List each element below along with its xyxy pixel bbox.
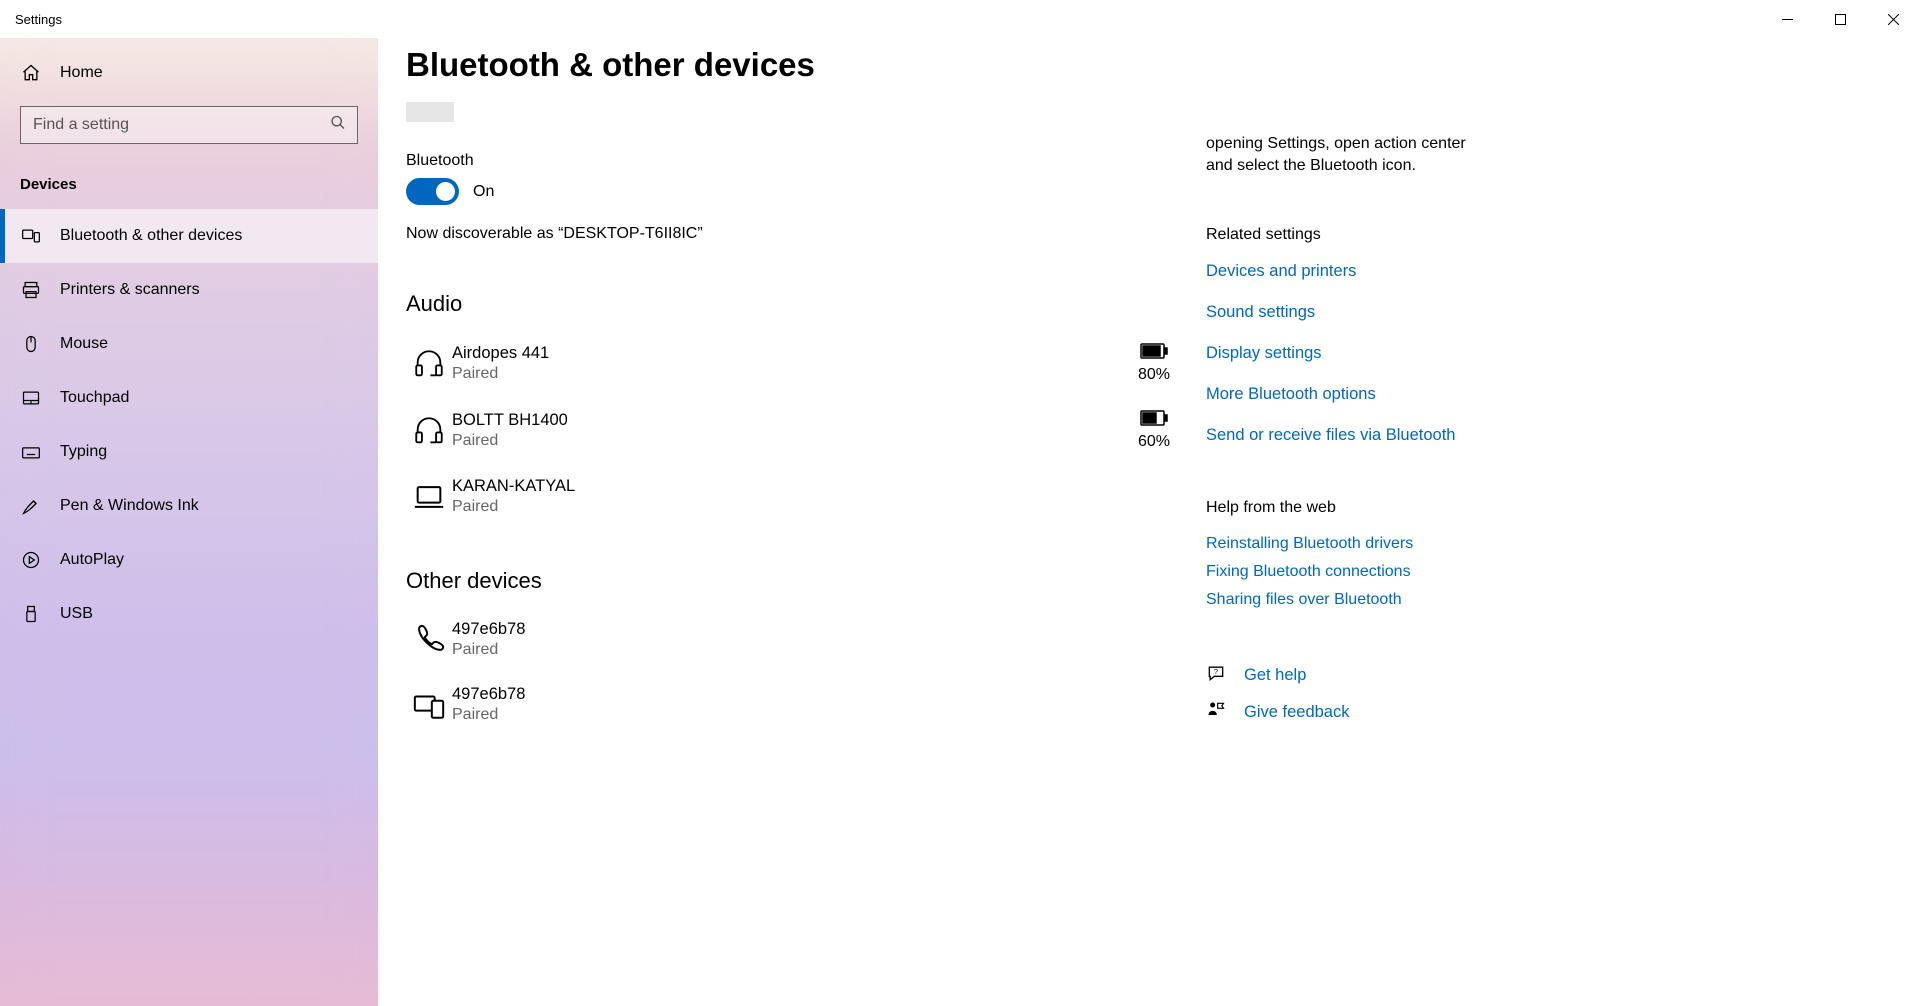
sidebar-item-label: Printers & scanners bbox=[60, 281, 200, 299]
titlebar: Settings bbox=[0, 0, 1920, 38]
battery-percent: 60% bbox=[1138, 433, 1170, 451]
device-row[interactable]: 497e6b78 Paired bbox=[406, 612, 1176, 677]
main-panel: Bluetooth & other devices Bluetooth On N… bbox=[406, 38, 1176, 1006]
devices-icon bbox=[20, 225, 42, 247]
sidebar-item-typing[interactable]: Typing bbox=[0, 425, 378, 479]
printer-icon bbox=[20, 279, 42, 301]
other-devices-heading: Other devices bbox=[406, 568, 1176, 594]
bluetooth-toggle-state: On bbox=[473, 183, 494, 201]
sidebar: Home Devices Bluetooth & other devices P… bbox=[0, 38, 378, 1006]
device-status: Paired bbox=[452, 365, 1138, 383]
sidebar-item-pen[interactable]: Pen & Windows Ink bbox=[0, 479, 378, 533]
link-sound-settings[interactable]: Sound settings bbox=[1206, 303, 1892, 322]
sidebar-item-mouse[interactable]: Mouse bbox=[0, 317, 378, 371]
svg-text:?: ? bbox=[1214, 667, 1218, 676]
close-button[interactable] bbox=[1867, 0, 1920, 38]
sidebar-item-label: Mouse bbox=[60, 335, 108, 353]
feedback-icon bbox=[1206, 700, 1226, 725]
page-title: Bluetooth & other devices bbox=[406, 46, 1176, 84]
aside-panel: opening Settings, open action center and… bbox=[1176, 38, 1892, 1006]
sidebar-item-touchpad[interactable]: Touchpad bbox=[0, 371, 378, 425]
window-title: Settings bbox=[0, 12, 62, 27]
help-heading: Help from the web bbox=[1206, 499, 1892, 517]
mouse-icon bbox=[20, 333, 42, 355]
pen-icon bbox=[20, 495, 42, 517]
help-icon: ? bbox=[1206, 663, 1226, 688]
multi-device-icon bbox=[406, 688, 452, 722]
bluetooth-label: Bluetooth bbox=[406, 152, 1176, 170]
sidebar-item-label: AutoPlay bbox=[60, 551, 124, 569]
add-device-cutoff[interactable] bbox=[406, 102, 454, 122]
search-input[interactable] bbox=[20, 106, 358, 144]
device-row[interactable]: Airdopes 441 Paired 80% bbox=[406, 335, 1176, 402]
sidebar-item-autoplay[interactable]: AutoPlay bbox=[0, 533, 378, 587]
touchpad-icon bbox=[20, 387, 42, 409]
quick-tip-text: opening Settings, open action center and… bbox=[1206, 133, 1496, 176]
sidebar-item-printers[interactable]: Printers & scanners bbox=[0, 263, 378, 317]
link-send-receive-files[interactable]: Send or receive files via Bluetooth bbox=[1206, 426, 1892, 445]
battery-icon bbox=[1140, 410, 1168, 431]
headset-icon bbox=[406, 414, 452, 448]
link-devices-printers[interactable]: Devices and printers bbox=[1206, 262, 1892, 281]
link-display-settings[interactable]: Display settings bbox=[1206, 344, 1892, 363]
device-status: Paired bbox=[452, 498, 1176, 516]
laptop-icon bbox=[406, 480, 452, 514]
phone-icon bbox=[406, 623, 452, 657]
sidebar-item-usb[interactable]: USB bbox=[0, 587, 378, 641]
autoplay-icon bbox=[20, 549, 42, 571]
home-icon bbox=[20, 62, 42, 84]
device-name: 497e6b78 bbox=[452, 620, 1176, 639]
maximize-button[interactable] bbox=[1814, 0, 1867, 38]
home-label: Home bbox=[60, 64, 103, 82]
battery-icon bbox=[1140, 343, 1168, 364]
device-status: Paired bbox=[452, 706, 1176, 724]
related-settings-heading: Related settings bbox=[1206, 226, 1892, 244]
get-help-link[interactable]: Get help bbox=[1244, 666, 1306, 685]
audio-heading: Audio bbox=[406, 291, 1176, 317]
search-icon bbox=[330, 115, 346, 136]
sidebar-item-bluetooth[interactable]: Bluetooth & other devices bbox=[0, 209, 378, 263]
headset-icon bbox=[406, 347, 452, 381]
link-sharing-files[interactable]: Sharing files over Bluetooth bbox=[1206, 591, 1892, 609]
battery-percent: 80% bbox=[1138, 366, 1170, 384]
home-button[interactable]: Home bbox=[0, 48, 378, 98]
bluetooth-toggle[interactable] bbox=[406, 178, 459, 205]
device-name: Airdopes 441 bbox=[452, 344, 1138, 363]
device-status: Paired bbox=[452, 432, 1138, 450]
link-fixing-bluetooth[interactable]: Fixing Bluetooth connections bbox=[1206, 563, 1892, 581]
sidebar-item-label: USB bbox=[60, 605, 93, 623]
link-reinstall-drivers[interactable]: Reinstalling Bluetooth drivers bbox=[1206, 535, 1892, 553]
device-name: KARAN-KATYAL bbox=[452, 477, 1176, 496]
keyboard-icon bbox=[20, 441, 42, 463]
discoverable-text: Now discoverable as “DESKTOP-T6II8IC” bbox=[406, 225, 1176, 243]
link-more-bluetooth[interactable]: More Bluetooth options bbox=[1206, 385, 1892, 404]
sidebar-item-label: Touchpad bbox=[60, 389, 129, 407]
sidebar-heading: Devices bbox=[0, 164, 378, 209]
device-row[interactable]: KARAN-KATYAL Paired bbox=[406, 469, 1176, 534]
sidebar-item-label: Pen & Windows Ink bbox=[60, 497, 199, 515]
sidebar-item-label: Typing bbox=[60, 443, 107, 461]
device-name: 497e6b78 bbox=[452, 685, 1176, 704]
usb-icon bbox=[20, 603, 42, 625]
minimize-button[interactable] bbox=[1761, 0, 1814, 38]
device-name: BOLTT BH1400 bbox=[452, 411, 1138, 430]
device-status: Paired bbox=[452, 641, 1176, 659]
sidebar-item-label: Bluetooth & other devices bbox=[60, 227, 242, 245]
give-feedback-link[interactable]: Give feedback bbox=[1244, 703, 1349, 722]
device-row[interactable]: BOLTT BH1400 Paired 60% bbox=[406, 402, 1176, 469]
device-row[interactable]: 497e6b78 Paired bbox=[406, 677, 1176, 742]
